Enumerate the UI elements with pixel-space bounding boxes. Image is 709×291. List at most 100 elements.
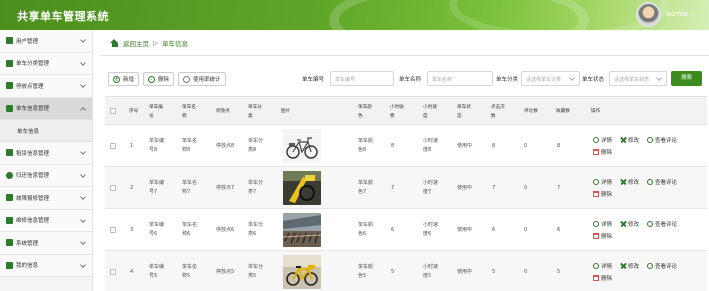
cell-status: 使用中 — [457, 184, 473, 191]
wrench-icon — [620, 137, 626, 143]
bike-category-select[interactable]: 请选择单车分类 — [521, 71, 580, 86]
col-index: 序号 — [129, 109, 139, 114]
detail-button[interactable]: 详情 — [593, 220, 612, 228]
delete-button-label: 删除 — [158, 77, 170, 83]
edit-label: 修改 — [628, 180, 640, 186]
col-color: 单车颜色 — [358, 104, 372, 119]
row-checkbox[interactable] — [110, 227, 116, 233]
search-button[interactable]: 搜索 — [671, 71, 702, 86]
cell-clicks: 5 — [492, 268, 496, 275]
delete-row-button[interactable]: 删除 — [593, 274, 612, 282]
sidebar-item-fault-report[interactable]: 故障报修管理 — [0, 187, 92, 210]
cell-category: 单车分类7 — [248, 180, 264, 195]
edit-button[interactable]: 修改 — [620, 262, 639, 270]
sidebar-item-users[interactable]: 用户管理 — [0, 30, 92, 53]
detail-label: 详情 — [601, 138, 613, 144]
sidebar-item-my-info[interactable]: 我的信息 — [0, 254, 92, 277]
cell-color: 单车颜色8 — [358, 138, 374, 153]
grid-icon — [6, 104, 13, 112]
chevron-down-icon — [80, 149, 86, 155]
bike-category-label: 单车分类 — [496, 77, 519, 83]
bike-image — [283, 255, 321, 289]
cell-speed: 小时速度6 — [423, 222, 439, 237]
cell-index: 4 — [130, 268, 134, 275]
bike-table: 序号 单车编号 单车名称 停放点 单车分类 图片 单车颜色 小时收费 小时速度 … — [105, 96, 707, 291]
chevron-down-icon — [80, 59, 86, 66]
cell-status: 使用中 — [457, 142, 473, 149]
bike-name-input[interactable]: 单车名称 — [427, 71, 493, 86]
table-row: 1 单车编号8 单车名称8 停放点8 单车分类8 单车颜色8 8 小时速度8 使… — [105, 125, 707, 167]
cell-category: 单车分类6 — [248, 222, 264, 237]
chevron-down-icon — [80, 216, 86, 223]
location-icon — [6, 171, 13, 179]
search-icon — [647, 263, 653, 269]
sidebar-item-rental[interactable]: 租赁信息管理 — [0, 142, 92, 165]
view-reviews-label: 查看评论 — [655, 264, 678, 270]
view-reviews-button[interactable]: 查看评论 — [647, 136, 677, 144]
cell-spot: 停放点5 — [216, 268, 235, 275]
bike-status-label: 单车状态 — [582, 77, 605, 83]
share-icon — [183, 75, 190, 83]
cell-index: 2 — [130, 184, 134, 191]
view-reviews-button[interactable]: 查看评论 — [647, 262, 677, 270]
chevron-down-icon — [80, 82, 86, 88]
table-header: 序号 单车编号 单车名称 停放点 单车分类 图片 单车颜色 小时收费 小时速度 … — [105, 96, 707, 125]
delete-label: 删除 — [601, 192, 613, 198]
search-icon — [593, 179, 599, 185]
delete-row-button[interactable]: 删除 — [593, 232, 612, 240]
col-spot: 停放点 — [216, 109, 230, 114]
cell-comments: 0 — [524, 142, 528, 149]
cell-fee: 5 — [391, 268, 395, 275]
edit-button[interactable]: 修改 — [620, 220, 639, 228]
delete-button[interactable]: - 删除 — [143, 72, 175, 86]
col-category: 单车分类 — [248, 104, 262, 119]
wrench-icon — [620, 263, 626, 269]
detail-button[interactable]: 详情 — [593, 178, 612, 186]
sidebar-item-parking[interactable]: 停放点管理 — [0, 75, 92, 98]
cell-favs: 7 — [557, 184, 561, 191]
trash-icon — [593, 275, 599, 281]
trash-icon — [593, 233, 599, 239]
sidebar-item-bike-category[interactable]: 单车分类管理 — [0, 52, 92, 75]
breadcrumb-home[interactable]: 返回主页 — [123, 38, 149, 48]
edit-label: 修改 — [628, 264, 640, 270]
row-checkbox[interactable] — [110, 185, 116, 191]
delete-row-button[interactable]: 删除 — [593, 148, 612, 156]
detail-button[interactable]: 详情 — [593, 136, 612, 144]
col-speed: 小时速度 — [423, 104, 437, 119]
sidebar-subitem-bike-info[interactable]: 单车信息 — [0, 120, 92, 142]
bike-status-select[interactable]: 请选择单车状态 — [609, 71, 667, 86]
cell-spot: 停放点7 — [216, 184, 235, 191]
row-checkbox[interactable] — [110, 143, 116, 149]
user-name: admin — [666, 10, 688, 18]
sidebar-item-return[interactable]: 归还信息管理 — [0, 164, 92, 187]
view-reviews-button[interactable]: 查看评论 — [647, 178, 677, 186]
user-menu[interactable]: admin ⌄ — [666, 10, 696, 18]
cell-favs: 8 — [557, 142, 561, 149]
edit-button[interactable]: 修改 — [620, 136, 639, 144]
bike-code-input[interactable]: 单车编号 — [330, 71, 394, 86]
add-button[interactable]: + 新增 — [108, 72, 140, 86]
view-reviews-button[interactable]: 查看评论 — [647, 220, 677, 228]
sidebar-item-bike-info[interactable]: 单车信息管理 — [0, 97, 92, 120]
cell-fee: 7 — [391, 184, 395, 191]
sidebar-item-system[interactable]: 系统管理 — [0, 232, 92, 255]
cell-status: 使用中 — [457, 226, 473, 233]
delete-row-button[interactable]: 删除 — [593, 190, 612, 198]
row-checkbox[interactable] — [110, 269, 116, 275]
home-icon[interactable] — [110, 39, 119, 47]
sidebar-item-label: 租赁信息管理 — [16, 150, 50, 157]
wrench-icon — [620, 221, 626, 227]
detail-button[interactable]: 详情 — [593, 262, 612, 270]
cell-speed: 小时速度5 — [423, 264, 439, 279]
cell-index: 1 — [130, 142, 134, 149]
sidebar-item-repair[interactable]: 维修信息管理 — [0, 209, 92, 232]
usage-stats-button[interactable]: 使用率统计 — [178, 72, 226, 86]
cell-clicks: 7 — [492, 184, 496, 191]
select-all-checkbox[interactable] — [110, 108, 116, 114]
breadcrumb-current: 单车信息 — [162, 40, 188, 48]
avatar[interactable] — [636, 2, 661, 27]
edit-button[interactable]: 修改 — [620, 178, 639, 186]
cell-code: 单车编号7 — [149, 180, 165, 195]
col-comments: 评论数 — [524, 109, 538, 114]
